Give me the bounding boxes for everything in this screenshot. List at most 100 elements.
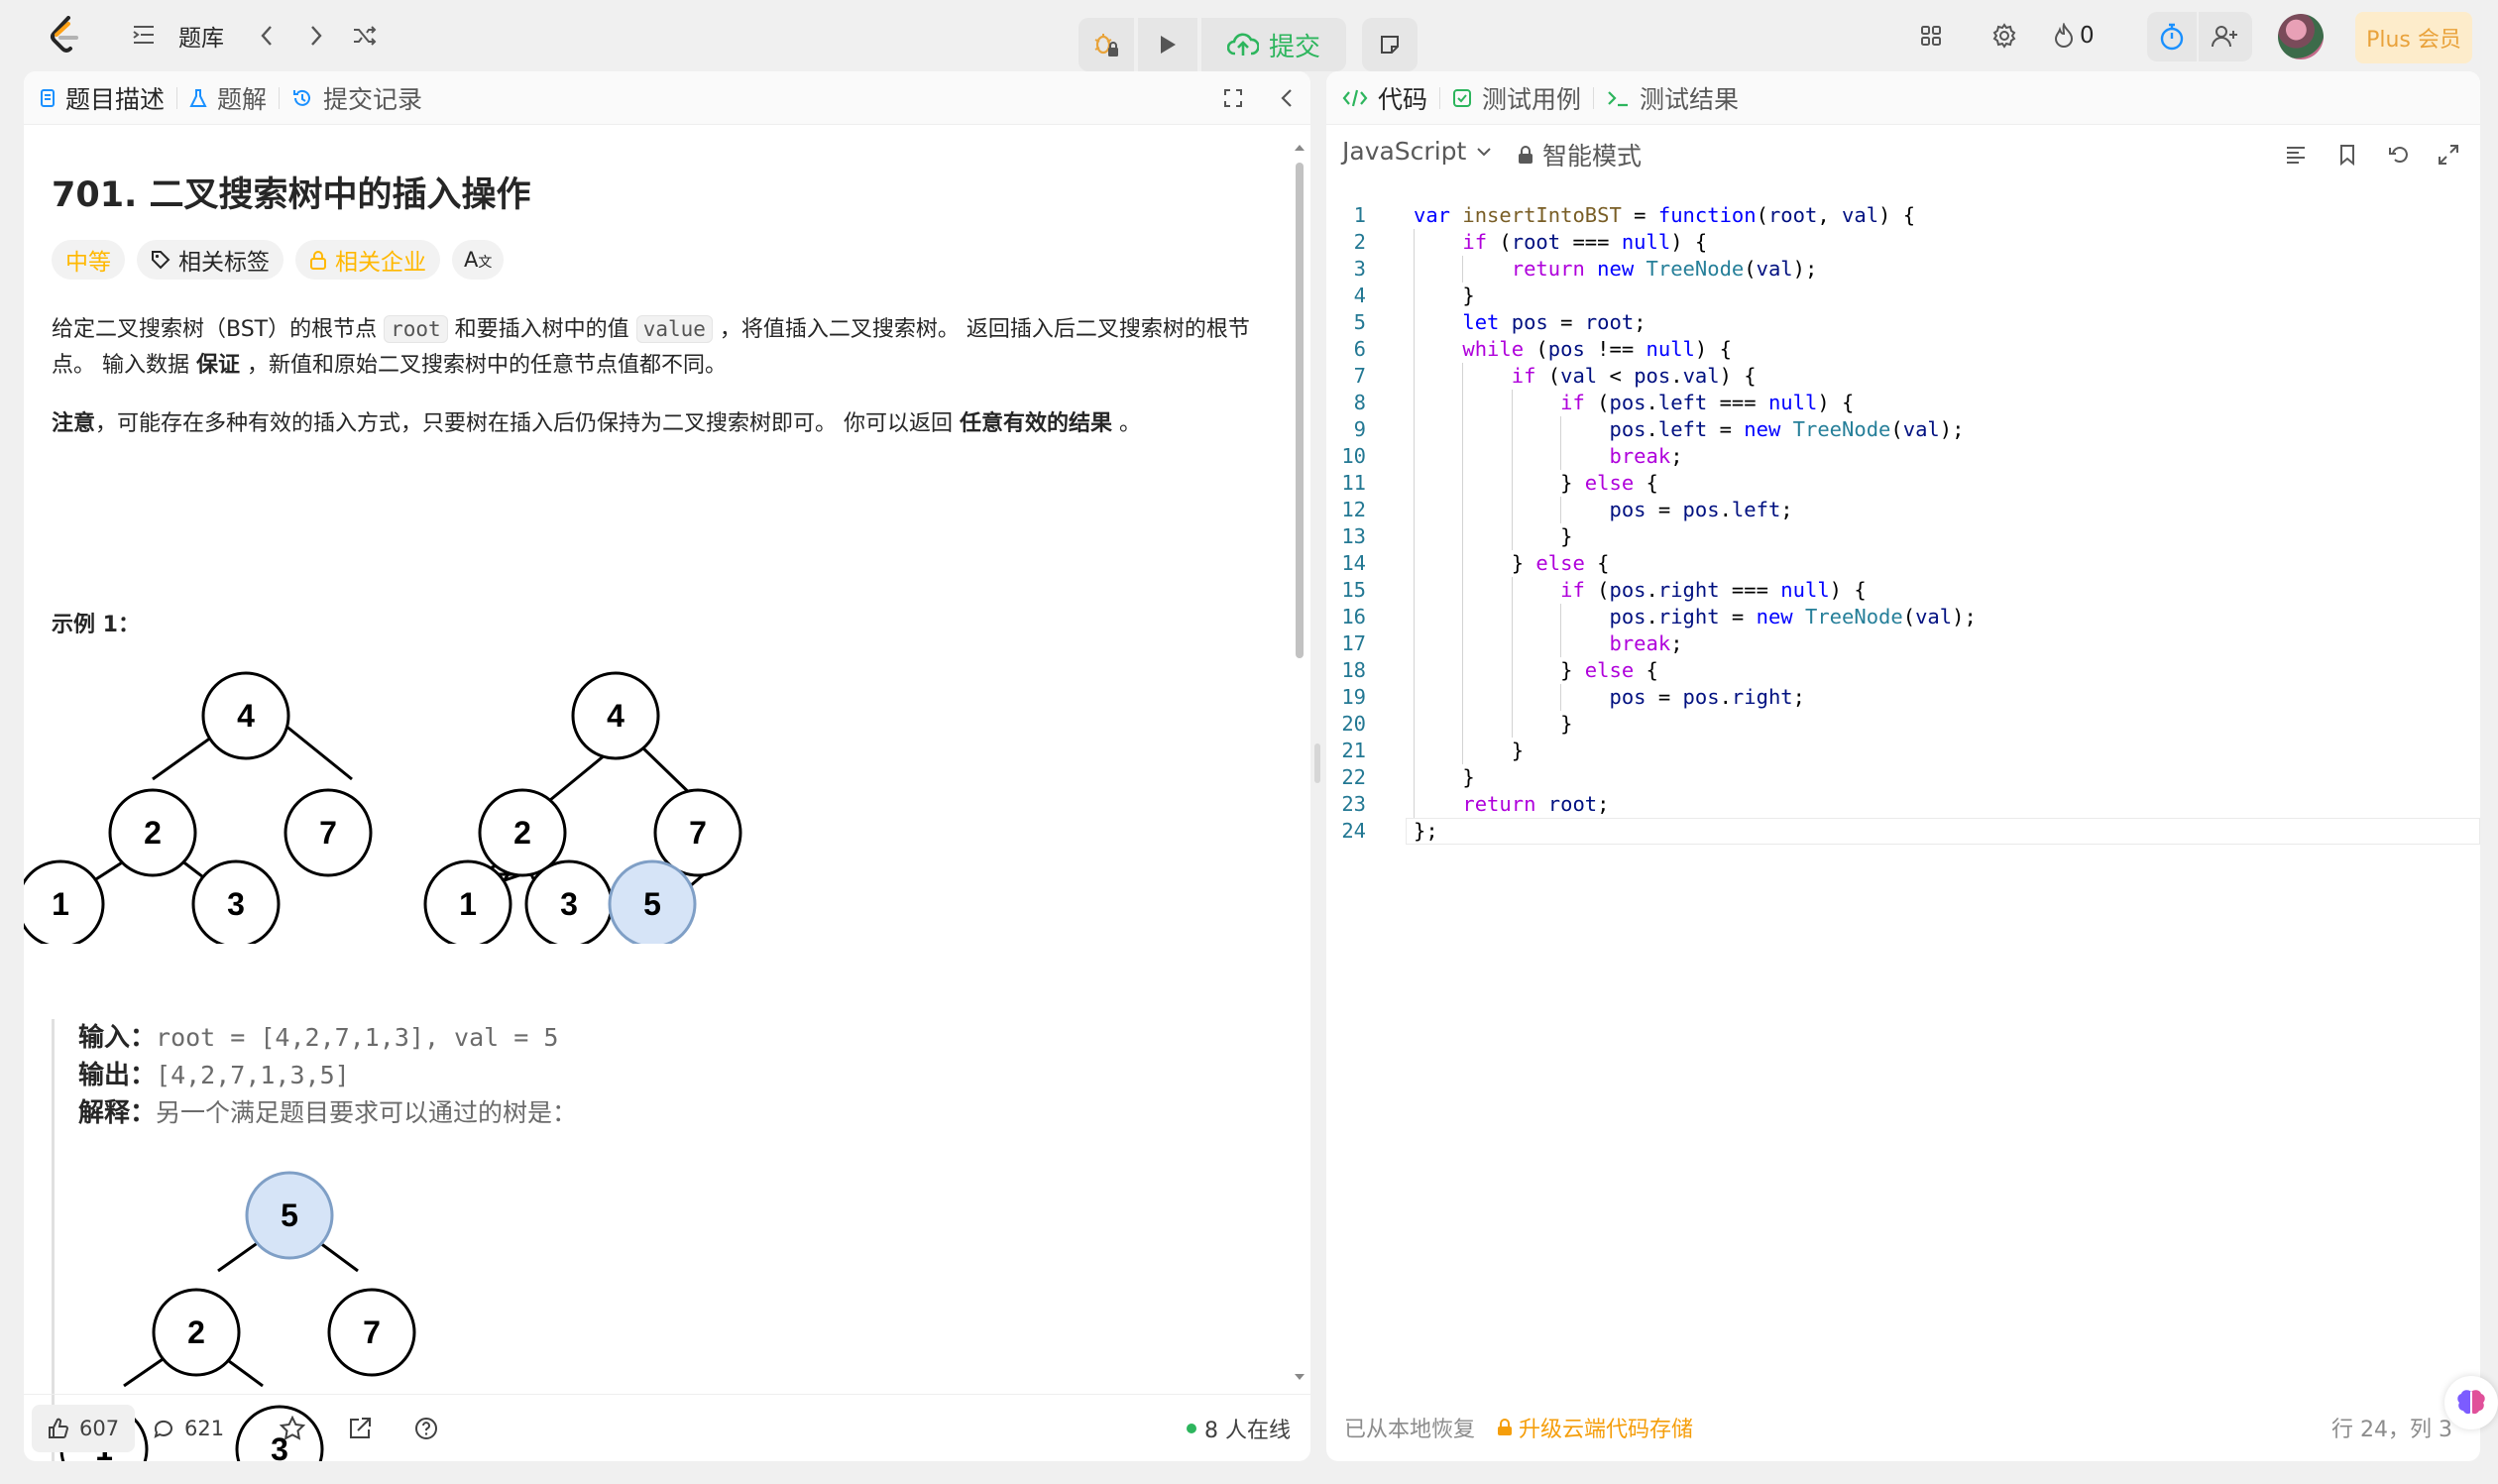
submit-button[interactable]: 提交 (1201, 18, 1346, 71)
fullscreen-icon[interactable] (1213, 78, 1253, 118)
indent-guide (1560, 443, 1562, 470)
indent-guide (1462, 363, 1464, 390)
code-line[interactable]: 3 return new TreeNode(val); (1326, 256, 2480, 283)
invite-button[interactable] (2199, 12, 2252, 61)
code-line[interactable]: 10 break; (1326, 443, 2480, 470)
debug-button[interactable] (1079, 18, 1134, 71)
code-line[interactable]: 12 pos = pos.left; (1326, 497, 2480, 523)
tab-testresult[interactable]: 测试结果 (1594, 71, 1751, 125)
code-line[interactable]: 19 pos = pos.right; (1326, 684, 2480, 711)
thumbs-up-icon (48, 1418, 69, 1439)
code-line[interactable]: 8 if (pos.left === null) { (1326, 390, 2480, 416)
svg-text:2: 2 (187, 1314, 205, 1350)
cursor-position: 行 24，列 3 (2331, 1418, 2452, 1442)
like-button[interactable]: 607 (32, 1405, 136, 1452)
upgrade-storage-link[interactable]: 升级云端代码存储 (1497, 1412, 1693, 1443)
code-text: pos = pos.right; (1609, 685, 1805, 709)
code-line[interactable]: 14 } else { (1326, 550, 2480, 577)
problem-title[interactable]: 701. 二叉搜索树中的插入操作 (52, 167, 531, 217)
smart-mode-label: 智能模式 (1542, 142, 1643, 171)
line-number: 19 (1341, 685, 1366, 709)
bookmark-button[interactable] (2329, 137, 2365, 172)
example-input: 输入：root = [4,2,7,1,3], val = 5 (78, 1019, 558, 1057)
input-label: 输入： (78, 1023, 157, 1053)
checkbox-icon (1452, 88, 1472, 108)
help-button[interactable] (414, 1407, 438, 1450)
svg-text:7: 7 (319, 815, 337, 851)
translate-button[interactable]: A文 (452, 240, 505, 280)
line-number: 15 (1341, 578, 1366, 602)
code-line[interactable]: 11 } else { (1326, 470, 2480, 497)
language-select[interactable]: JavaScript (1342, 137, 1492, 166)
share-button[interactable] (347, 1407, 373, 1450)
description-scrollbar[interactable] (1293, 137, 1306, 1388)
problem-bank-link[interactable]: 题库 (178, 18, 224, 54)
scrollbar-thumb[interactable] (1296, 163, 1304, 658)
avatar[interactable] (2278, 14, 2324, 59)
code-line[interactable]: 21 } (1326, 738, 2480, 764)
indent-guide (1511, 416, 1513, 443)
indent-guide (1414, 283, 1415, 309)
next-problem-button[interactable] (299, 18, 333, 54)
code-line[interactable]: 20 } (1326, 711, 2480, 738)
code-line[interactable]: 6 while (pos !== null) { (1326, 336, 2480, 363)
code-line[interactable]: 4 } (1326, 283, 2480, 309)
code-line[interactable]: 16 pos.right = new TreeNode(val); (1326, 604, 2480, 630)
code-line[interactable]: 15 if (pos.right === null) { (1326, 577, 2480, 604)
expand-editor-button[interactable] (2431, 137, 2466, 172)
code-line[interactable]: 5 let pos = root; (1326, 309, 2480, 336)
tree-node: 7 (653, 788, 742, 877)
run-button[interactable] (1138, 18, 1197, 71)
code-text: pos.right = new TreeNode(val); (1609, 605, 1977, 628)
apps-button[interactable] (1913, 18, 1949, 54)
code-line[interactable]: 9 pos.left = new TreeNode(val); (1326, 416, 2480, 443)
indent-guide (1511, 630, 1513, 657)
timer-button[interactable] (2147, 12, 2197, 61)
tab-description[interactable]: 题目描述 (24, 71, 176, 125)
tab-code-label: 代码 (1378, 84, 1428, 114)
shuffle-button[interactable] (347, 18, 383, 54)
note-bold: 注意 (52, 411, 96, 436)
tab-solutions[interactable]: 题解 (177, 71, 279, 125)
indent-guide (1414, 229, 1415, 256)
restore-status: 已从本地恢复 (1344, 1418, 1476, 1442)
indent-guide (1462, 604, 1464, 630)
prev-problem-button[interactable] (250, 18, 284, 54)
list-icon[interactable] (129, 20, 159, 50)
comments-button[interactable]: 621 (153, 1407, 224, 1450)
collapse-panel-icon[interactable] (1267, 78, 1306, 118)
topic-tags-button[interactable]: 相关标签 (137, 240, 284, 280)
panel-resize-handle[interactable] (1314, 743, 1320, 783)
scroll-up-icon (1295, 145, 1305, 151)
code-line[interactable]: 2 if (root === null) { (1326, 229, 2480, 256)
code-line[interactable]: 13 } (1326, 523, 2480, 550)
code-editor[interactable]: 1 var insertIntoBST = function(root, val)… (1326, 190, 2480, 1390)
top-nav: 题库 提交 0 Plus 会员 (0, 0, 2498, 71)
indent-guide (1414, 738, 1415, 764)
code-line[interactable]: 1 var insertIntoBST = function(root, val)… (1326, 202, 2480, 229)
tab-submissions[interactable]: 提交记录 (280, 71, 434, 125)
company-tags-label: 相关企业 (335, 250, 426, 276)
code-line[interactable]: 18 } else { (1326, 657, 2480, 684)
code-text: return new TreeNode(val); (1511, 257, 1818, 281)
company-tags-button[interactable]: 相关企业 (295, 240, 440, 280)
code-line[interactable]: 23 return root; (1326, 791, 2480, 818)
favorite-button[interactable] (280, 1407, 305, 1450)
tab-code[interactable]: 代码 (1326, 71, 1439, 125)
tab-testcases[interactable]: 测试用例 (1440, 71, 1593, 125)
reset-button[interactable] (2381, 137, 2417, 172)
code-line[interactable]: 17 break; (1326, 630, 2480, 657)
leetcode-logo-icon[interactable] (44, 14, 87, 57)
ai-assistant-button[interactable] (2444, 1376, 2498, 1429)
settings-button[interactable] (1987, 18, 2022, 54)
code-line[interactable]: 22 } (1326, 764, 2480, 791)
code-line[interactable]: 7 if (val < pos.val) { (1326, 363, 2480, 390)
cloud-upload-icon (1226, 33, 1259, 56)
smart-mode-toggle[interactable]: 智能模式 (1517, 137, 1642, 172)
streak-counter[interactable]: 0 (2054, 18, 2095, 54)
plus-member-button[interactable]: Plus 会员 (2355, 12, 2472, 63)
indent-guide (1462, 443, 1464, 470)
add-user-icon (2212, 26, 2237, 48)
format-button[interactable] (2278, 137, 2314, 172)
note-button[interactable] (1362, 18, 1418, 71)
